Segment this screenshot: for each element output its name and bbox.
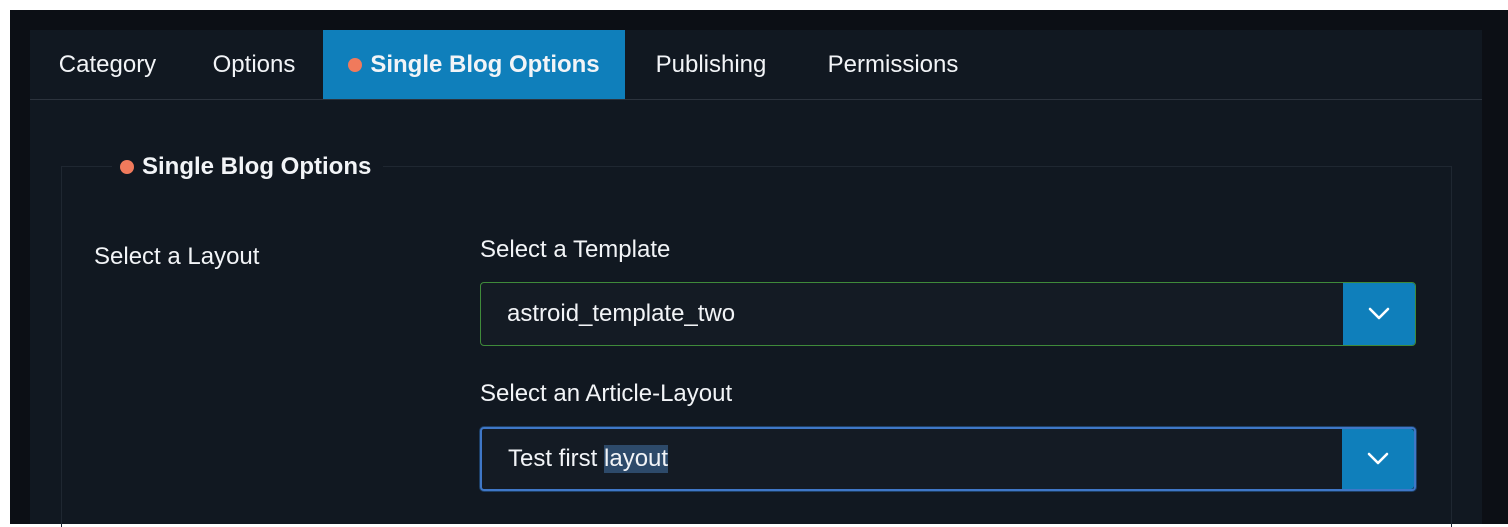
article-layout-select[interactable]: Test first layout [480, 427, 1416, 491]
tab-category[interactable]: Category [30, 30, 185, 99]
article-layout-label: Select an Article-Layout [480, 380, 733, 407]
tab-publishing[interactable]: Publishing [625, 30, 797, 99]
dot-icon [348, 57, 363, 72]
template-select[interactable]: astroid_template_two [480, 282, 1416, 346]
article-layout-select-value: Test first layout [508, 429, 669, 489]
tab-options[interactable]: Options [185, 30, 323, 99]
tab-single-blog-options[interactable]: Single Blog Options [323, 30, 625, 99]
section-title: Single Blog Options [142, 153, 372, 180]
tab-label: Permissions [827, 50, 959, 78]
tab-permissions[interactable]: Permissions [797, 30, 989, 99]
tab-label: Options [212, 50, 296, 78]
tab-label: Category [58, 50, 157, 78]
category-edit-panel: Category Options Single Blog Options Pub… [30, 30, 1482, 527]
article-layout-value-prefix: Test first [508, 445, 605, 472]
app-frame: Category Options Single Blog Options Pub… [10, 10, 1508, 527]
layout-label: Select a Layout [94, 243, 260, 270]
chevron-down-icon [1368, 307, 1390, 320]
tab-label: Single Blog Options [370, 50, 600, 78]
tab-bar: Category Options Single Blog Options Pub… [30, 30, 1482, 100]
article-layout-select-toggle[interactable] [1342, 429, 1414, 489]
template-select-toggle[interactable] [1343, 283, 1415, 345]
chevron-down-icon [1367, 452, 1389, 465]
template-label: Select a Template [480, 236, 671, 263]
dot-icon [120, 160, 134, 174]
template-select-value: astroid_template_two [507, 300, 736, 327]
section-legend: Single Blog Options [112, 150, 384, 184]
tab-label: Publishing [655, 50, 767, 78]
article-layout-value-highlight: layout [604, 445, 669, 473]
